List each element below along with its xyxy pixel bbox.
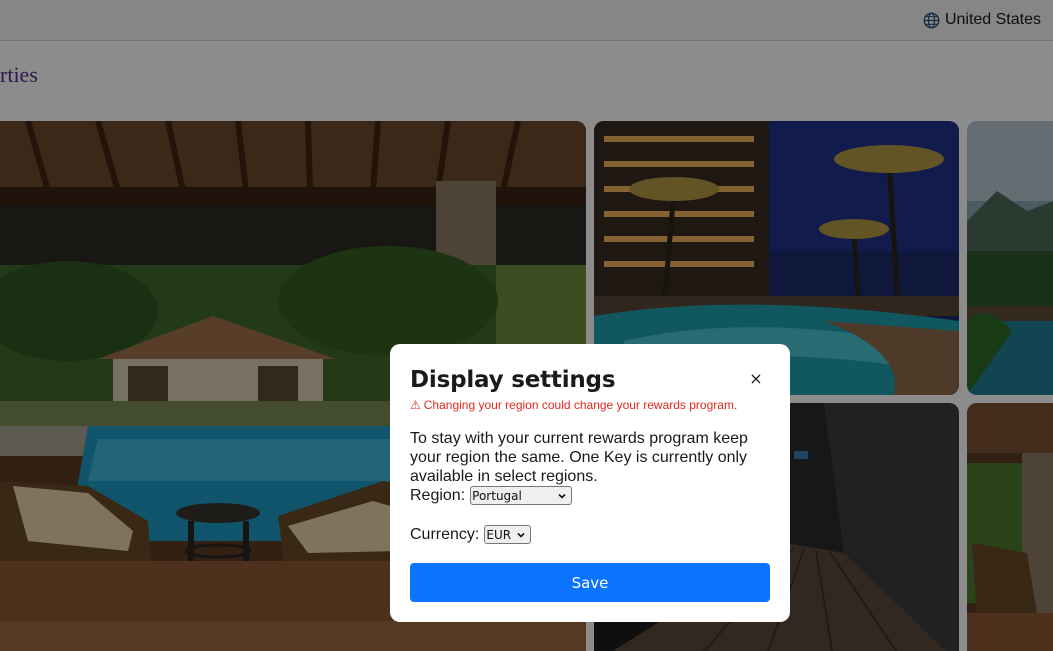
dialog-title: Display settings (410, 367, 616, 393)
currency-select-value: EUR (486, 527, 512, 542)
currency-select[interactable]: EUR (484, 525, 532, 544)
save-button[interactable]: Save (410, 563, 770, 602)
warning-text: Changing your region could change your r… (423, 398, 738, 412)
page: United States rties Display settings × ⚠… (0, 0, 1053, 651)
currency-field-label: Currency: (410, 525, 480, 543)
region-warning: ⚠ Changing your region could change your… (410, 398, 770, 413)
chevron-down-icon (558, 493, 566, 499)
currency-field: Currency: EUR (410, 525, 770, 544)
close-icon[interactable]: × (748, 371, 764, 387)
region-field: Region: Portugal (410, 486, 770, 505)
region-field-label: Region: (410, 486, 466, 504)
region-select[interactable]: Portugal (470, 486, 573, 505)
chevron-down-icon (517, 532, 525, 538)
display-settings-dialog: Display settings × ⚠ Changing your regio… (390, 344, 790, 622)
rewards-explanation: To stay with your current rewards progra… (410, 430, 748, 485)
region-select-value: Portugal (472, 488, 522, 503)
warning-icon: ⚠ (410, 398, 421, 412)
